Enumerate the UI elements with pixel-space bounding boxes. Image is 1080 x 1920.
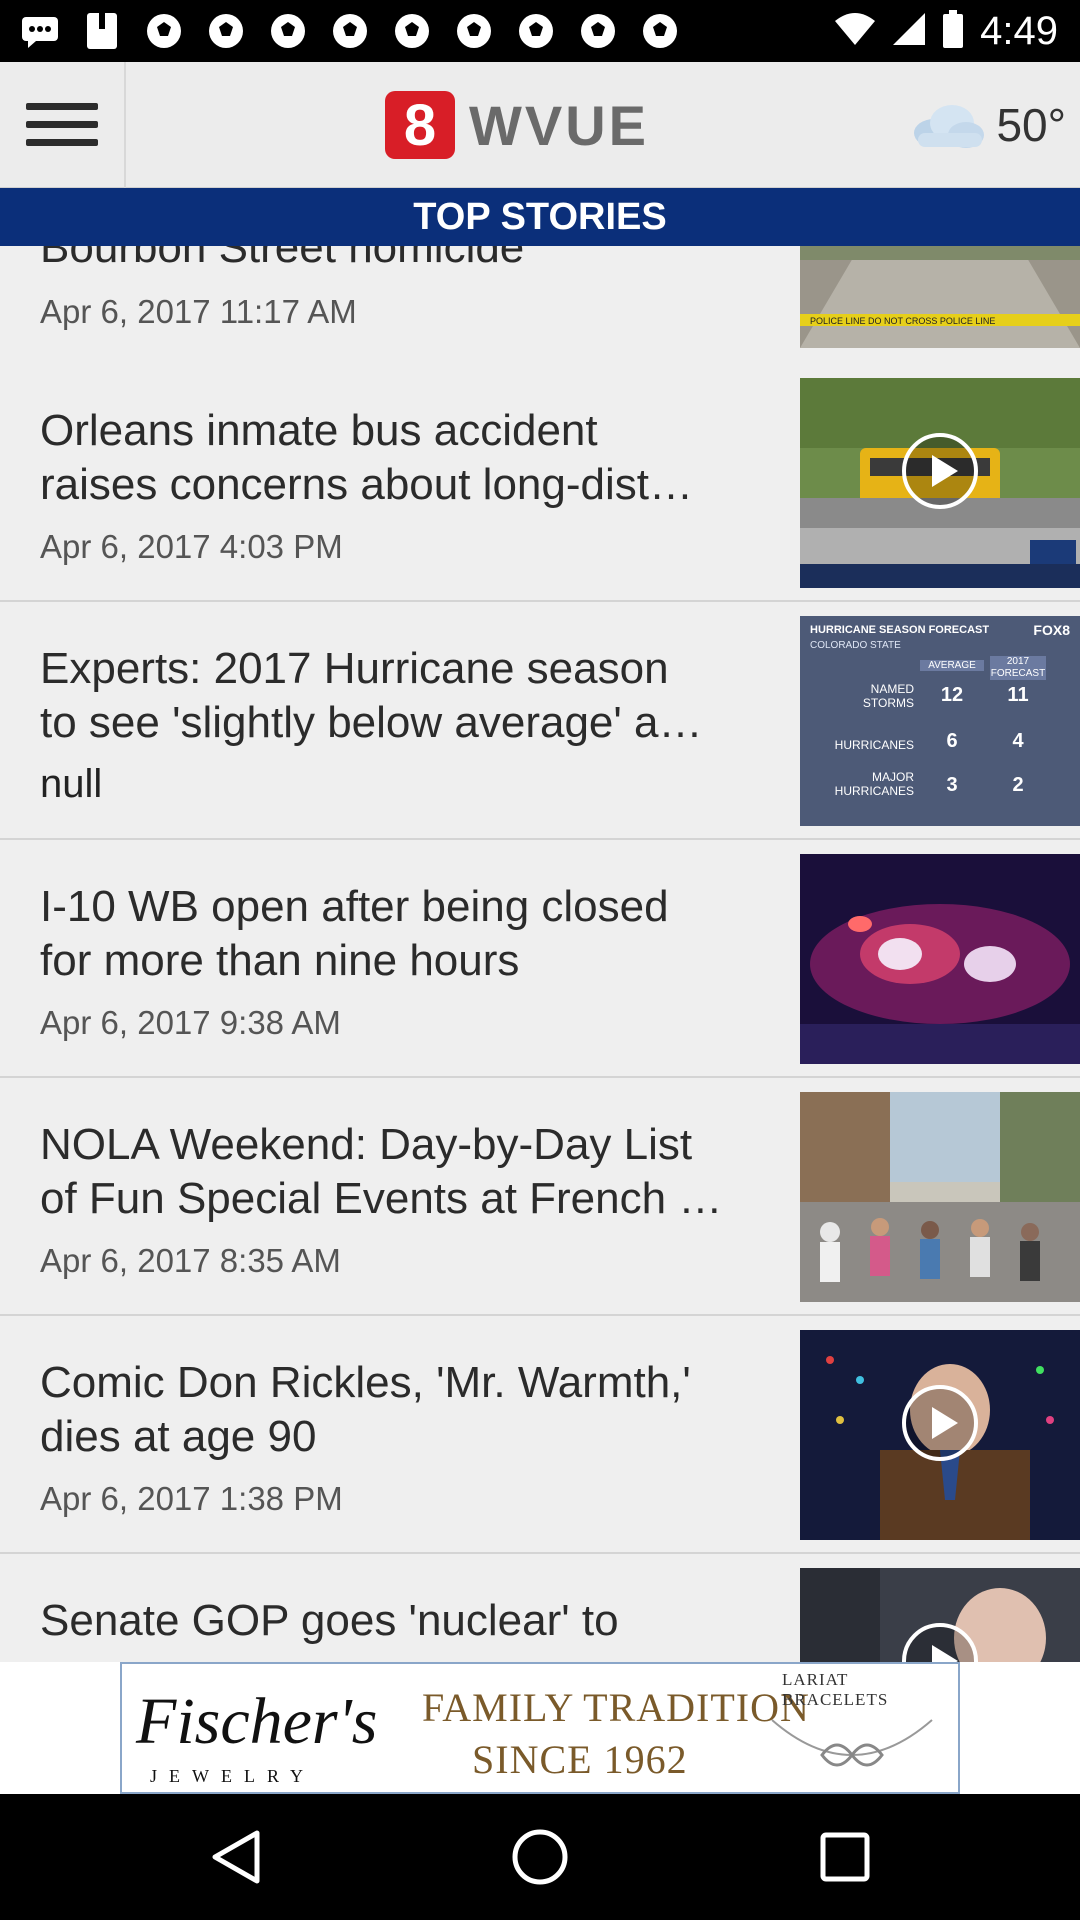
station-logo[interactable]: 8 WVUE — [385, 90, 649, 160]
story-date: Apr 6, 2017 11:17 AM — [40, 293, 357, 330]
story-headline-line-2: to see 'slightly below average' a… — [40, 698, 703, 747]
weather-widget[interactable]: 50° — [908, 86, 1066, 164]
story-headline-line-2: for more than nine hours — [40, 936, 520, 985]
back-icon — [212, 1830, 260, 1884]
play-button[interactable] — [900, 1621, 980, 1662]
graphic-row-label: HURRICANES — [834, 738, 914, 752]
logo-badge: 8 — [385, 91, 455, 159]
story-item[interactable]: Bourbon Street homicide Apr 6, 2017 11:1… — [0, 246, 1080, 366]
graphic-col-forecast: 2017 FORECAST — [990, 656, 1046, 680]
soccer-ball-icon — [638, 10, 682, 52]
svg-text:POLICE LINE DO NOT CROSS POLI: POLICE LINE DO NOT CROSS POLICE LINE — [810, 316, 995, 326]
bookmark-icon — [80, 10, 124, 52]
wifi-icon — [834, 12, 876, 51]
ad-tagline-1: FAMILY TRADITION — [422, 1685, 810, 1730]
bracelet-icon — [771, 1719, 933, 1767]
story-headline: Bourbon Street homicide — [40, 246, 525, 272]
story-item[interactable]: I-10 WB open after being closed for more… — [0, 840, 1080, 1078]
story-headline-line-1: NOLA Weekend: Day-by-Day List — [40, 1120, 693, 1169]
ad-tagline-2: SINCE 1962 — [472, 1737, 688, 1782]
story-thumbnail — [800, 854, 1080, 1064]
soccer-ball-icon — [390, 10, 434, 52]
play-button[interactable] — [900, 1383, 980, 1463]
app-header: 8 WVUE 50° — [0, 62, 1080, 188]
graphic-brand: FOX8 — [1033, 622, 1070, 638]
ad-container: Fischer's JEWELRY FAMILY TRADITION SINCE… — [0, 1662, 1080, 1794]
soccer-ball-icon — [452, 10, 496, 52]
soccer-ball-icon — [266, 10, 310, 52]
story-item[interactable]: Senate GOP goes 'nuclear' to — [0, 1554, 1080, 1662]
system-nav-bar — [0, 1794, 1080, 1920]
ad-brand: Fischer's — [136, 1685, 378, 1758]
graphic-title: HURRICANE SEASON FORECAST — [810, 624, 990, 636]
story-item[interactable]: Experts: 2017 Hurricane season to see 's… — [0, 602, 1080, 840]
story-headline-line-2: of Fun Special Events at French … — [40, 1174, 723, 1223]
story-headline-line-2: dies at age 90 — [40, 1412, 317, 1461]
story-headline-line-1: I-10 WB open after being closed — [40, 882, 669, 931]
story-headline-line-1: Experts: 2017 Hurricane season — [40, 644, 669, 693]
weather-temperature: 50° — [996, 99, 1066, 151]
home-icon — [512, 1829, 568, 1885]
story-item[interactable]: Comic Don Rickles, 'Mr. Warmth,' dies at… — [0, 1316, 1080, 1554]
play-icon — [902, 433, 978, 509]
graphic-subtitle: COLORADO STATE — [810, 640, 901, 651]
graphic-value-forecast: 11 — [1007, 684, 1029, 706]
play-button[interactable] — [900, 431, 980, 511]
graphic-value-average: 12 — [940, 684, 964, 706]
story-headline-line-1: Orleans inmate bus accident — [40, 406, 598, 455]
signal-icon — [892, 12, 926, 51]
story-date: Apr 6, 2017 9:38 AM — [40, 1004, 341, 1041]
play-icon — [902, 1623, 978, 1662]
graphic-col-average: AVERAGE — [920, 660, 984, 671]
story-item[interactable]: Orleans inmate bus accident raises conce… — [0, 364, 1080, 602]
story-thumbnail — [800, 1092, 1080, 1302]
status-bar: 4:49 — [0, 0, 1080, 62]
battery-icon — [942, 9, 964, 53]
graphic-row-label: NAMED — [870, 682, 914, 696]
messages-icon — [18, 10, 62, 52]
story-item[interactable]: NOLA Weekend: Day-by-Day List of Fun Spe… — [0, 1078, 1080, 1316]
section-title: TOP STORIES — [0, 188, 1080, 246]
notification-icons — [18, 10, 682, 52]
play-icon — [902, 1385, 978, 1461]
story-date: Apr 6, 2017 1:38 PM — [40, 1480, 343, 1517]
logo-text: WVUE — [469, 93, 649, 157]
menu-button[interactable] — [0, 62, 126, 188]
ad-brand-sub: JEWELRY — [150, 1766, 315, 1786]
hamburger-menu-icon — [26, 103, 98, 146]
home-button[interactable] — [505, 1822, 575, 1892]
status-time: 4:49 — [980, 8, 1058, 53]
story-headline-line-1: Comic Don Rickles, 'Mr. Warmth,' — [40, 1358, 691, 1407]
story-extra-text: null — [40, 762, 103, 806]
graphic-row-label: STORMS — [862, 696, 914, 710]
recents-icon — [820, 1832, 870, 1882]
back-button[interactable] — [200, 1822, 270, 1892]
recents-button[interactable] — [810, 1822, 880, 1892]
graphic-value-average: 3 — [946, 774, 958, 796]
graphic-row-label: MAJOR — [872, 770, 914, 784]
cloud-weather-icon — [914, 105, 985, 148]
soccer-ball-icon — [514, 10, 558, 52]
soccer-ball-icon — [328, 10, 372, 52]
story-list[interactable]: Bourbon Street homicide Apr 6, 2017 11:1… — [0, 246, 1080, 1662]
soccer-ball-icon — [576, 10, 620, 52]
ad-banner[interactable]: Fischer's JEWELRY FAMILY TRADITION SINCE… — [120, 1662, 960, 1794]
soccer-ball-icon — [142, 10, 186, 52]
story-thumbnail: POLICE LINE DO NOT CROSS POLICE LINE — [800, 246, 1080, 348]
graphic-value-forecast: 4 — [1012, 730, 1024, 752]
story-thumbnail: HURRICANE SEASON FORECAST COLORADO STATE… — [800, 616, 1080, 826]
story-headline-line-1: Senate GOP goes 'nuclear' to — [40, 1596, 619, 1645]
graphic-value-average: 6 — [946, 730, 958, 752]
soccer-ball-icon — [204, 10, 248, 52]
graphic-value-forecast: 2 — [1012, 774, 1024, 796]
story-headline-line-2: raises concerns about long-dist… — [40, 460, 693, 509]
story-date: Apr 6, 2017 4:03 PM — [40, 528, 343, 565]
story-date: Apr 6, 2017 8:35 AM — [40, 1242, 341, 1279]
graphic-row-label: HURRICANES — [834, 784, 914, 798]
